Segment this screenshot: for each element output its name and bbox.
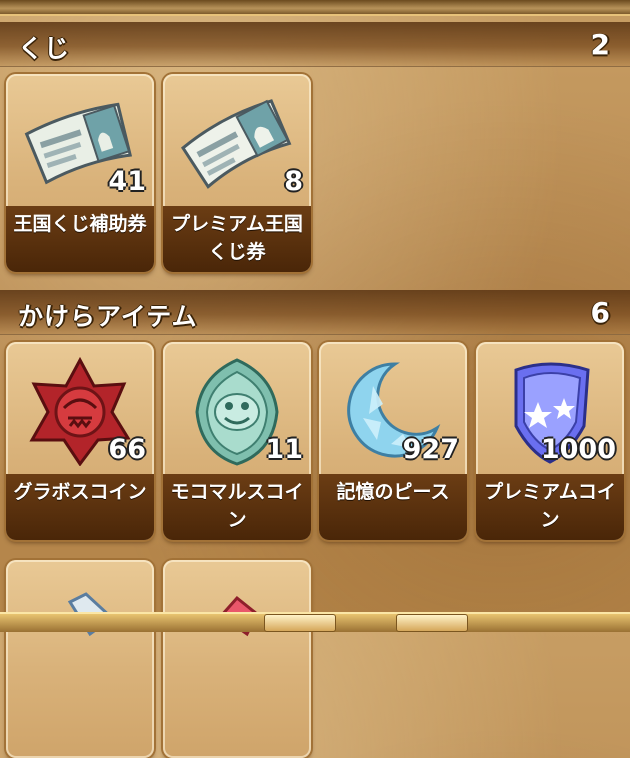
- item-card-premium-coin[interactable]: 1000 プレミアムコイン: [476, 342, 624, 540]
- section-title: かけらアイテム: [18, 302, 198, 331]
- bottom-tab-button[interactable]: [264, 614, 336, 632]
- item-card-partial[interactable]: [6, 560, 154, 758]
- item-count: 11: [265, 434, 303, 465]
- item-count: 1000: [540, 434, 616, 465]
- item-count: 927: [402, 434, 459, 465]
- item-card-memory-piece[interactable]: 927 記憶のピース: [319, 342, 467, 540]
- item-count: 41: [108, 166, 146, 197]
- item-card-mocomarus-coin[interactable]: 11 モコマルスコイン: [163, 342, 311, 540]
- section-count: 2: [590, 28, 610, 61]
- item-label: モコマルスコイン: [163, 474, 311, 540]
- item-count: 66: [108, 434, 146, 465]
- item-label: 王国くじ補助券: [6, 206, 154, 272]
- section-count: 6: [590, 296, 610, 329]
- section-header-lottery: くじ 2: [0, 22, 630, 67]
- item-card-premium-kingdom-lottery-ticket[interactable]: 8 プレミアム王国くじ券: [163, 74, 311, 272]
- item-card-kingdom-lottery-support-ticket[interactable]: 41 王国くじ補助券: [6, 74, 154, 272]
- item-label: プレミアム王国くじ券: [163, 206, 311, 272]
- item-label: 記憶のピース: [319, 474, 467, 540]
- premium-lottery-ticket-icon: [181, 99, 292, 189]
- item-card-grabos-coin[interactable]: 66 グラボスコイン: [6, 342, 154, 540]
- item-label: グラボスコイン: [6, 474, 154, 540]
- section-title: くじ: [18, 34, 71, 63]
- top-frame: [0, 0, 630, 16]
- section-header-fragment-items: かけらアイテム 6: [0, 290, 630, 335]
- item-card-partial[interactable]: [163, 560, 311, 758]
- bottom-tab-button[interactable]: [396, 614, 468, 632]
- item-label: プレミアムコイン: [476, 474, 624, 540]
- item-count: 8: [284, 166, 303, 197]
